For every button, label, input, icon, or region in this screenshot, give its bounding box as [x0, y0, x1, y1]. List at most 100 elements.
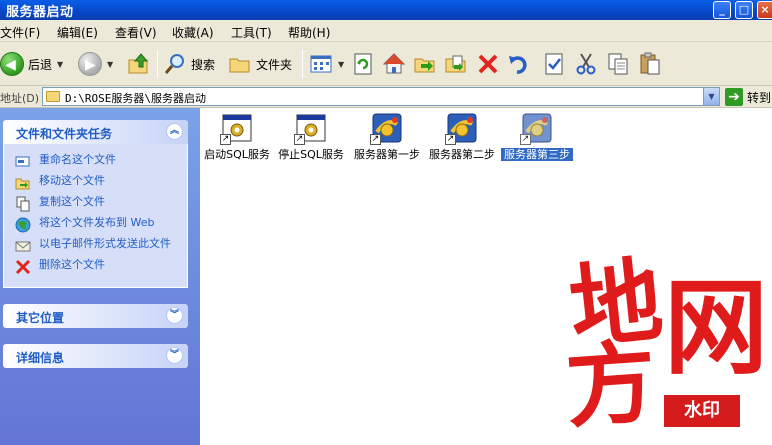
close-button[interactable]: ×	[757, 1, 772, 19]
back-arrow-icon: ◀	[0, 52, 24, 76]
expand-chevron-icon[interactable]: ︾	[166, 347, 183, 364]
cut-button[interactable]	[574, 50, 598, 78]
address-path: D:\ROSE服务器\服务器启动	[65, 92, 206, 105]
window-title: 服务器启动	[6, 5, 74, 20]
file-tasks-header[interactable]: 文件和文件夹任务 ︽	[3, 120, 188, 144]
copy-icon	[606, 52, 630, 76]
search-icon	[163, 52, 187, 76]
file-item-start-sql[interactable]: ↗ 启动SQL服务	[201, 112, 273, 161]
task-pane: 文件和文件夹任务 ︽ 重命名这个文件 移动这个文件 复制这个文件 将这个文件发布…	[0, 108, 200, 445]
file-label: 停止SQL服务	[278, 148, 344, 161]
email-icon	[15, 238, 31, 254]
file-tasks-body: 重命名这个文件 移动这个文件 复制这个文件 将这个文件发布到 Web 以电子邮件…	[3, 144, 188, 288]
other-places-header[interactable]: 其它位置 ︾	[3, 304, 188, 328]
go-button[interactable]: ➔ 转到	[725, 88, 771, 106]
details-header[interactable]: 详细信息 ︾	[3, 344, 188, 368]
go-arrow-icon: ➔	[725, 88, 743, 106]
up-folder-button[interactable]	[127, 50, 151, 78]
file-item-stop-sql[interactable]: ↗ 停止SQL服务	[275, 112, 347, 161]
maximize-button[interactable]: □	[735, 1, 753, 19]
address-dropdown-icon[interactable]: ▼	[703, 88, 719, 105]
undo-icon	[507, 52, 531, 76]
go-label: 转到	[747, 90, 772, 105]
folders-button[interactable]: 文件夹	[228, 50, 292, 78]
copy-icon	[15, 196, 31, 212]
file-label: 服务器第一步	[354, 148, 420, 161]
back-label: 后退	[28, 57, 53, 72]
paste-button[interactable]	[638, 50, 662, 78]
properties-check-icon	[542, 52, 566, 76]
task-rename[interactable]: 重命名这个文件	[4, 153, 187, 174]
copy-to-button[interactable]	[444, 50, 468, 78]
views-button[interactable]: ▼	[309, 50, 344, 78]
copy-button[interactable]	[606, 50, 630, 78]
menu-bar: 文件(F) 编辑(E) 查看(V) 收藏(A) 工具(T) 帮助(H)	[0, 20, 772, 59]
publish-web-icon	[15, 217, 31, 233]
expand-chevron-icon[interactable]: ︾	[166, 307, 183, 324]
move-icon	[15, 175, 31, 191]
folders-icon	[228, 52, 252, 76]
sql-service-shortcut-icon: ↗	[294, 112, 327, 145]
back-dropdown-icon[interactable]: ▼	[57, 60, 63, 69]
move-to-button[interactable]	[413, 50, 437, 78]
menu-edit[interactable]: 编辑(E)	[57, 24, 98, 41]
sql-service-shortcut-icon: ↗	[220, 112, 253, 145]
server-app-shortcut-icon: ↗	[445, 112, 478, 145]
task-email-label: 以电子邮件形式发送此文件	[39, 237, 171, 250]
folder-icon	[46, 91, 60, 102]
delete-x-icon	[476, 52, 500, 76]
file-tasks-panel: 文件和文件夹任务 ︽ 重命名这个文件 移动这个文件 复制这个文件 将这个文件发布…	[3, 120, 188, 288]
task-move-label: 移动这个文件	[39, 174, 105, 187]
up-folder-icon	[127, 52, 151, 76]
views-dropdown-icon[interactable]: ▼	[338, 60, 344, 69]
file-label: 服务器第三步	[501, 148, 573, 161]
copy-to-folder-icon	[444, 52, 468, 76]
task-move[interactable]: 移动这个文件	[4, 174, 187, 195]
task-publish-web-label: 将这个文件发布到 Web	[39, 216, 155, 229]
search-label: 搜索	[191, 57, 216, 72]
file-item-server-step3[interactable]: ↗ 服务器第三步	[501, 112, 573, 161]
other-places-title: 其它位置	[16, 311, 65, 325]
menu-tools[interactable]: 工具(T)	[231, 24, 272, 41]
details-title: 详细信息	[16, 351, 65, 365]
home-icon	[382, 52, 406, 76]
task-email[interactable]: 以电子邮件形式发送此文件	[4, 237, 187, 258]
watermark-char-fang: 方	[562, 328, 660, 442]
task-copy[interactable]: 复制这个文件	[4, 195, 187, 216]
collapse-chevron-icon[interactable]: ︽	[166, 123, 183, 140]
file-label: 服务器第二步	[429, 148, 495, 161]
watermark-stamp: 水印	[664, 395, 740, 427]
address-bar: 地址(D) D:\ROSE服务器\服务器启动 ▼ ➔ 转到	[0, 86, 772, 108]
forward-button[interactable]: ▶ ▼	[78, 50, 113, 78]
delete-button[interactable]	[476, 50, 500, 78]
menu-help[interactable]: 帮助(H)	[288, 24, 330, 41]
forward-dropdown-icon[interactable]: ▼	[107, 60, 113, 69]
menu-file[interactable]: 文件(F)	[0, 24, 40, 41]
refresh-button[interactable]	[351, 50, 375, 78]
task-copy-label: 复制这个文件	[39, 195, 105, 208]
search-button[interactable]: 搜索	[163, 50, 215, 78]
rename-icon	[15, 154, 31, 170]
address-label: 地址(D)	[0, 92, 40, 105]
task-publish-web[interactable]: 将这个文件发布到 Web	[4, 216, 187, 237]
file-tasks-title: 文件和文件夹任务	[16, 127, 113, 141]
properties-button[interactable]	[542, 50, 566, 78]
move-to-folder-icon	[413, 52, 437, 76]
back-button[interactable]: ◀ 后退 ▼	[0, 50, 63, 78]
paste-clipboard-icon	[638, 52, 662, 76]
watermark-char-wang: 网	[664, 266, 769, 389]
address-input[interactable]: D:\ROSE服务器\服务器启动 ▼	[42, 87, 720, 106]
views-icon	[309, 52, 333, 76]
undo-button[interactable]	[507, 50, 531, 78]
toolbar: ◀ 后退 ▼ ▶ ▼ 搜索 文件夹 ▼	[0, 42, 772, 86]
title-bar: 服务器启动 _ □ ×	[0, 0, 772, 20]
file-item-server-step2[interactable]: ↗ 服务器第二步	[426, 112, 498, 161]
home-button[interactable]	[382, 50, 406, 78]
file-label: 启动SQL服务	[204, 148, 270, 161]
file-item-server-step1[interactable]: ↗ 服务器第一步	[351, 112, 423, 161]
folders-label: 文件夹	[256, 57, 293, 72]
menu-favorites[interactable]: 收藏(A)	[172, 24, 214, 41]
task-delete[interactable]: 删除这个文件	[4, 258, 187, 279]
menu-view[interactable]: 查看(V)	[115, 24, 157, 41]
minimize-button[interactable]: _	[713, 1, 731, 19]
